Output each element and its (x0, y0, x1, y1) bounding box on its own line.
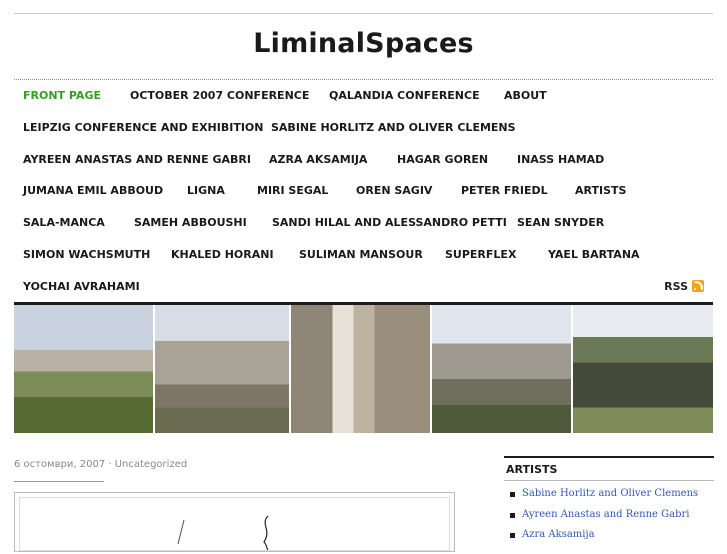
sidebar-item-label: Sabine Horlitz and Oliver Clemens (522, 488, 699, 499)
nav-row: LEIPZIG CONFERENCE AND EXHIBITION SABINE… (14, 112, 714, 144)
sidebar-item-label: Ayreen Anastas and Renne Gabri (522, 508, 690, 520)
nav-item-simon-wachsmuth[interactable]: SIMON WACHSMUTH (23, 248, 150, 261)
sidebar: ARTISTS Sabine Horlitz and Oliver Clemen… (504, 456, 714, 546)
post-meta-divider (14, 481, 104, 482)
alley-with-child-photo (291, 305, 432, 433)
bullet-icon (510, 512, 515, 518)
nav-item-ligna[interactable]: LIGNA (187, 184, 225, 197)
nav-item-yael-bartana[interactable]: YAEL BARTANA (548, 248, 640, 261)
sidebar-item-sabine-horlitz[interactable]: Sabine Horlitz and Oliver Clemens (504, 484, 714, 505)
main-navigation: FRONT PAGE OCTOBER 2007 CONFERENCE QALAN… (14, 80, 714, 303)
sidebar-heading: ARTISTS (506, 463, 558, 476)
nav-item-qalandia-conference[interactable]: QALANDIA CONFERENCE (329, 89, 480, 102)
sidebar-list: Sabine Horlitz and Oliver Clemens Ayreen… (504, 484, 714, 546)
bullet-icon (510, 533, 515, 538)
nav-row: JUMANA EMIL ABBOUD LIGNA MIRI SEGAL OREN… (14, 175, 714, 207)
nav-item-superflex[interactable]: SUPERFLEX (445, 248, 516, 261)
bullet-icon (510, 492, 515, 497)
hillside-town-photo (155, 305, 291, 433)
nav-item-inass-hamad[interactable]: INASS HAMAD (517, 153, 604, 166)
nav-item-sean-snyder[interactable]: SEAN SNYDER (517, 216, 604, 229)
sidebar-item-ayreen-anastas[interactable]: Ayreen Anastas and Renne Gabri (504, 505, 714, 526)
nav-item-jumana-emil-abboud[interactable]: JUMANA EMIL ABBOUD (23, 184, 163, 197)
nav-row: FRONT PAGE OCTOBER 2007 CONFERENCE QALAN… (14, 80, 714, 112)
rss-icon (692, 280, 704, 293)
nav-item-sala-manca[interactable]: SALA-MANCA (23, 216, 105, 229)
post-meta: 6 остомври, 2007 · Uncategorized (14, 459, 188, 470)
nav-item-sabine-horlitz[interactable]: SABINE HORLITZ AND OLIVER CLEMENS (271, 121, 516, 134)
nav-item-sameh-abboushi[interactable]: SAMEH ABBOUSHI (134, 216, 247, 229)
nav-item-miri-segal[interactable]: MIRI SEGAL (257, 184, 328, 197)
nav-row: YOCHAI AVRAHAMI RSS (14, 271, 714, 303)
header-photo-strip (14, 305, 713, 433)
nav-row: AYREEN ANASTAS AND RENNE GABRI AZRA AKSA… (14, 144, 714, 176)
rss-link[interactable]: RSS (664, 280, 704, 293)
sidebar-item-label: Azra Aksamija (522, 529, 595, 540)
sidebar-item-azra-aksamija[interactable]: Azra Aksamija (504, 525, 714, 546)
nav-item-october-2007-conference[interactable]: OCTOBER 2007 CONFERENCE (130, 89, 309, 102)
nav-item-khaled-horani[interactable]: KHALED HORANI (171, 248, 274, 261)
nav-item-sandi-hilal[interactable]: SANDI HILAL AND ALESSANDRO PETTI (272, 216, 507, 229)
nav-item-artists[interactable]: ARTISTS (575, 184, 626, 197)
valley-town-photo (432, 305, 573, 433)
nav-item-hagar-goren[interactable]: HAGAR GOREN (397, 153, 488, 166)
nav-item-yochai-avrahami[interactable]: YOCHAI AVRAHAMI (23, 280, 140, 293)
nav-item-azra-aksamija[interactable]: AZRA AKSAMIJA (269, 153, 367, 166)
nav-item-ayreen-anastas[interactable]: AYREEN ANASTAS AND RENNE GABRI (23, 153, 251, 166)
nav-item-suliman-mansour[interactable]: SULIMAN MANSOUR (299, 248, 423, 261)
nav-row: SALA-MANCA SAMEH ABBOUSHI SANDI HILAL AN… (14, 207, 714, 239)
nav-row: SIMON WACHSMUTH KHALED HORANI SULIMAN MA… (14, 239, 714, 271)
nav-item-front-page[interactable]: FRONT PAGE (23, 89, 101, 102)
site-title[interactable]: LiminalSpaces (0, 28, 727, 59)
post-image-frame (19, 497, 450, 554)
post-image[interactable] (14, 492, 455, 554)
nav-item-about[interactable]: ABOUT (504, 89, 547, 102)
sidebar-heading-box: ARTISTS (504, 456, 714, 481)
top-divider (14, 13, 713, 14)
hillside-with-cactus-photo (14, 305, 155, 433)
nav-item-leipzig-conference[interactable]: LEIPZIG CONFERENCE AND EXHIBITION (23, 121, 263, 134)
nav-item-oren-sagiv[interactable]: OREN SAGIV (356, 184, 432, 197)
nav-item-peter-friedl[interactable]: PETER FRIEDL (461, 184, 548, 197)
crowd-in-field-photo (573, 305, 713, 433)
sketch-lines (177, 515, 271, 554)
rss-label: RSS (664, 279, 688, 293)
